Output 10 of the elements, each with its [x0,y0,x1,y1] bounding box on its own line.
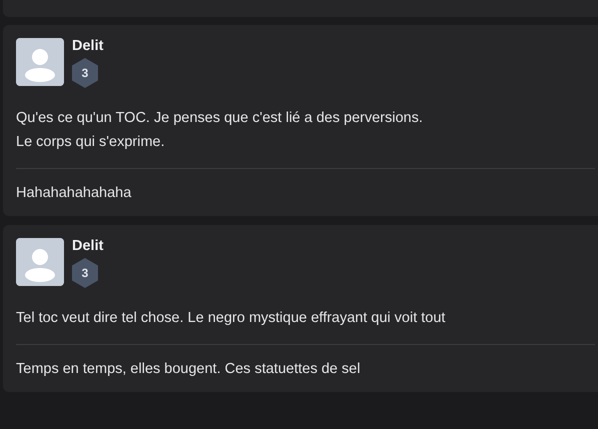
rank-badge: 3 [72,58,98,88]
post-text: Qu'es ce qu'un TOC. Je penses que c'est lié a des perversions. Le corps qui s'exprime. [16,109,424,152]
post-text: Tel toc veut dire tel chose. Le negro mystique effrayant qui voit tout [16,309,446,328]
rank-badge: 3 [72,258,98,288]
avatar-icon [16,38,64,86]
username[interactable]: Delit [72,238,104,255]
username[interactable]: Delit [72,38,104,55]
signature-text: Hahahahahahaha [16,184,132,203]
avatar-icon [16,238,64,286]
signature-text: Temps en temps, elles bougent. Ces statuettes de sel [16,360,362,379]
